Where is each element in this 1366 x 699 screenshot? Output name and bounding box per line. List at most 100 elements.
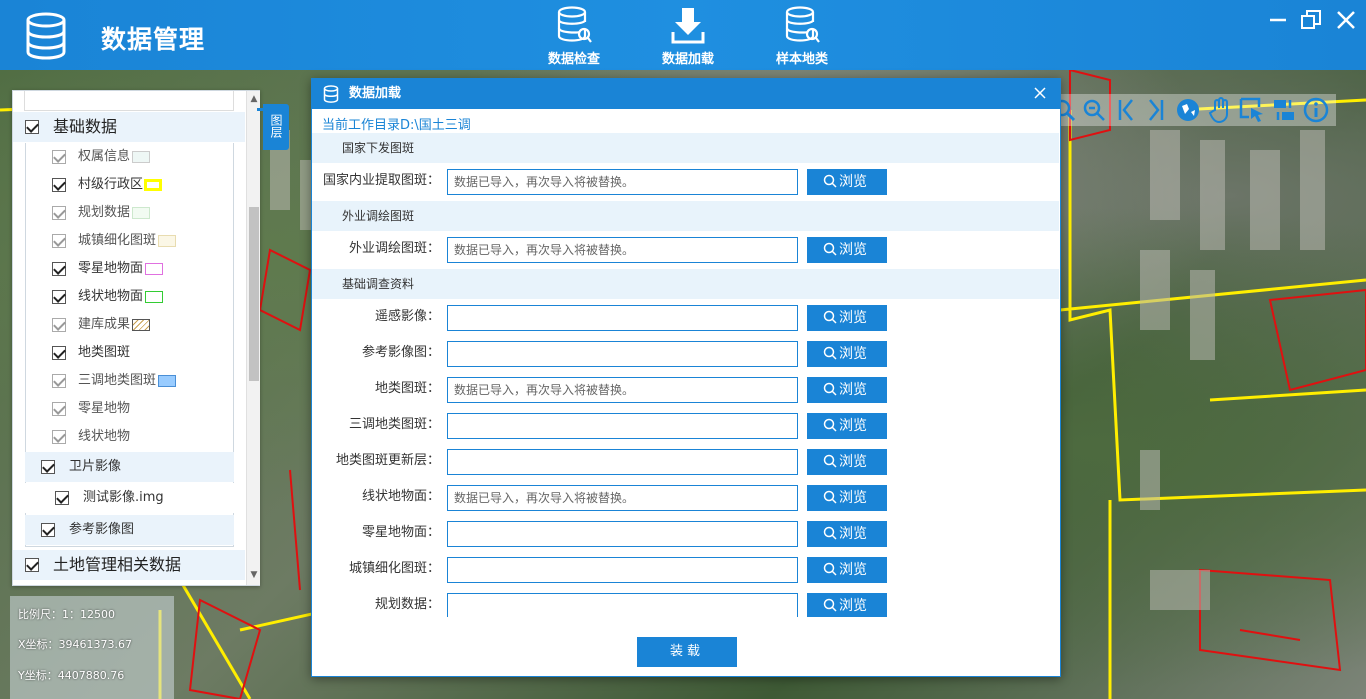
layer-checkbox[interactable] — [52, 150, 66, 164]
browse-button[interactable]: 浏览 — [807, 557, 887, 583]
dialog-close-icon[interactable] — [1032, 85, 1048, 101]
previous-extent-icon[interactable] — [1112, 96, 1140, 124]
planning-data-path-field[interactable] — [447, 593, 798, 617]
urban-detail-path-field[interactable] — [447, 557, 798, 583]
layer-checkbox[interactable] — [52, 206, 66, 220]
group-basic-data-checkbox[interactable] — [25, 120, 39, 134]
layer-checkbox[interactable] — [52, 318, 66, 332]
layer-item-satellite[interactable]: 卫片影像 — [25, 452, 234, 482]
scattered-feature-path-field[interactable] — [447, 521, 798, 547]
search-icon — [823, 242, 837, 256]
layer-item-third-survey-landclass[interactable]: 三调地类图斑 — [26, 367, 235, 395]
layer-checkbox[interactable] — [41, 523, 55, 537]
layer-checkbox[interactable] — [52, 262, 66, 276]
info-icon[interactable] — [1302, 96, 1330, 124]
globe-icon[interactable] — [1174, 96, 1202, 124]
layer-checkbox[interactable] — [55, 491, 69, 505]
layer-search-box[interactable] — [24, 91, 234, 111]
database-logo-icon — [26, 12, 66, 60]
remote-sensing-path-field[interactable] — [447, 305, 798, 331]
reference-image-path-field[interactable] — [447, 341, 798, 367]
browse-label: 浏览 — [839, 526, 867, 542]
landclass-update-path-field[interactable] — [447, 449, 798, 475]
layer-checkbox[interactable] — [41, 460, 55, 474]
minimize-icon[interactable] — [1266, 8, 1290, 32]
national-patch-path-field[interactable]: 数据已导入，再次导入将被替换。 — [447, 169, 798, 195]
group-basic-data[interactable]: 基础数据 — [13, 112, 245, 142]
legend-swatch — [145, 291, 163, 303]
layer-checkbox[interactable] — [52, 374, 66, 388]
layer-item-planning[interactable]: 规划数据 — [26, 199, 235, 227]
nav-sample-landclass[interactable]: 样本地类 — [762, 6, 842, 67]
browse-label: 浏览 — [839, 418, 867, 434]
layer-tab-bar — [257, 108, 289, 111]
layer-item-linear-area[interactable]: 线状地物面 — [26, 283, 235, 311]
layer-item-scattered[interactable]: 零星地物 — [26, 395, 235, 423]
layer-checkbox[interactable] — [52, 178, 66, 192]
restore-icon[interactable] — [1299, 8, 1323, 32]
browse-button[interactable]: 浏览 — [807, 521, 887, 547]
search-icon — [823, 562, 837, 576]
layer-item-landclass[interactable]: 地类图斑 — [26, 339, 235, 367]
legend-swatch — [158, 375, 176, 387]
layer-item-village-boundary[interactable]: 村级行政区 — [26, 171, 235, 199]
layer-item-scattered-area[interactable]: 零星地物面 — [26, 255, 235, 283]
layer-label: 权属信息 — [78, 149, 131, 164]
next-extent-icon[interactable] — [1142, 96, 1170, 124]
load-button[interactable]: 装载 — [637, 637, 737, 667]
download-icon — [671, 8, 705, 44]
scroll-up-icon[interactable]: ▲ — [248, 93, 260, 105]
layer-checkbox[interactable] — [52, 402, 66, 416]
layer-item-reference[interactable]: 参考影像图 — [25, 515, 234, 545]
field-survey-path-field[interactable]: 数据已导入，再次导入将被替换。 — [447, 237, 798, 263]
browse-button[interactable]: 浏览 — [807, 169, 887, 195]
layer-checkbox[interactable] — [52, 346, 66, 360]
legend-swatch — [132, 319, 150, 331]
x-coordinate: X坐标：39461373.67 — [18, 638, 133, 651]
layer-item-ownership[interactable]: 权属信息 — [26, 143, 235, 171]
form-row: 三调地类图斑： 浏览 — [312, 413, 1059, 441]
close-icon[interactable] — [1334, 8, 1358, 32]
linear-feature-path-field[interactable]: 数据已导入，再次导入将被替换。 — [447, 485, 798, 511]
browse-button[interactable]: 浏览 — [807, 413, 887, 439]
layer-item-linear[interactable]: 线状地物 — [26, 423, 235, 451]
browse-button[interactable]: 浏览 — [807, 485, 887, 511]
legend-swatch — [132, 207, 150, 219]
group-land-management[interactable]: 土地管理相关数据 — [13, 550, 245, 580]
browse-label: 浏览 — [839, 310, 867, 326]
layer-checkbox[interactable] — [52, 234, 66, 248]
layer-checkbox[interactable] — [52, 430, 66, 444]
layer-panel-tab[interactable]: 图层 — [257, 104, 289, 150]
form-row: 地类图斑： 数据已导入，再次导入将被替换。 浏览 — [312, 377, 1059, 405]
browse-button[interactable]: 浏览 — [807, 449, 887, 475]
browse-button[interactable]: 浏览 — [807, 341, 887, 367]
database-search-icon — [557, 6, 592, 43]
layer-label: 线状地物面 — [78, 289, 144, 304]
search-icon — [823, 174, 837, 188]
pan-hand-icon[interactable] — [1206, 96, 1234, 124]
scroll-down-icon[interactable]: ▼ — [248, 569, 260, 581]
layer-item-db-results[interactable]: 建库成果 — [26, 311, 235, 339]
browse-button[interactable]: 浏览 — [807, 237, 887, 263]
layer-label: 村级行政区 — [78, 177, 144, 192]
select-icon[interactable] — [1238, 96, 1266, 124]
browse-button[interactable]: 浏览 — [807, 593, 887, 617]
dialog-titlebar: 数据加载 — [312, 79, 1060, 109]
nav-data-check[interactable]: 数据检查 — [534, 6, 614, 67]
third-survey-landclass-path-field[interactable] — [447, 413, 798, 439]
browse-button[interactable]: 浏览 — [807, 377, 887, 403]
zoom-out-icon[interactable] — [1080, 96, 1108, 124]
app-header: 数据管理 数据检查 数据加载 样本地类 — [0, 0, 1366, 70]
swap-icon[interactable] — [1270, 96, 1298, 124]
field-label: 地类图斑： — [374, 381, 440, 396]
layer-item-urban-detail[interactable]: 城镇细化图斑 — [26, 227, 235, 255]
layer-item-test-image[interactable]: 测试影像.img — [25, 483, 234, 513]
landclass-path-field[interactable]: 数据已导入，再次导入将被替换。 — [447, 377, 798, 403]
layer-label: 建库成果 — [78, 317, 131, 332]
nav-data-load[interactable]: 数据加载 — [648, 6, 728, 67]
layer-checkbox[interactable] — [52, 290, 66, 304]
group-land-management-checkbox[interactable] — [25, 558, 39, 572]
browse-button[interactable]: 浏览 — [807, 305, 887, 331]
scroll-thumb[interactable] — [249, 207, 259, 381]
layer-scrollbar[interactable]: ▲ ▼ — [246, 91, 260, 585]
